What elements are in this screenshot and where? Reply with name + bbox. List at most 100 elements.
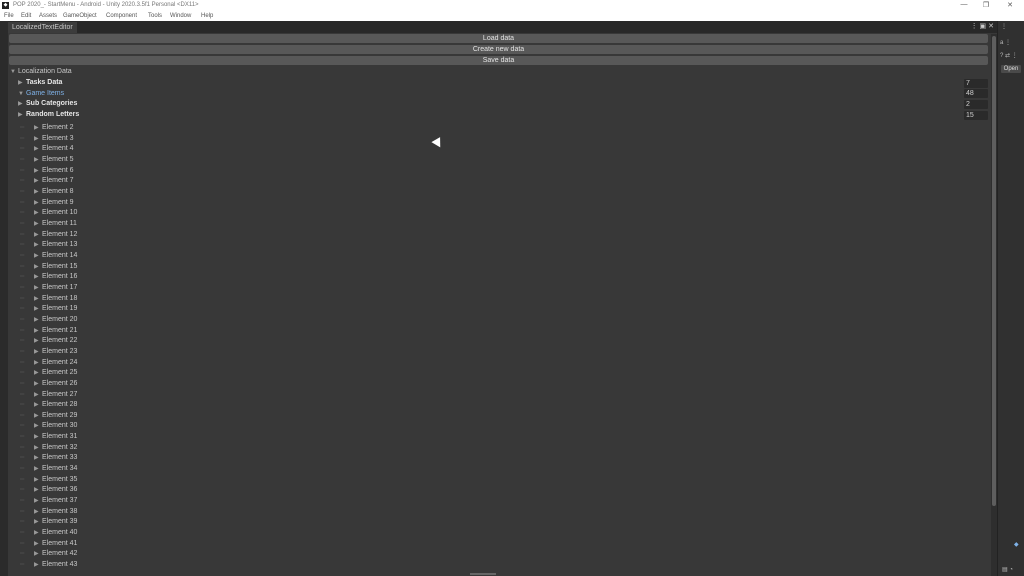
list-item[interactable]: ═ ▶ Element 16: [20, 272, 77, 282]
list-item[interactable]: ═ ▶ Element 29: [20, 411, 77, 421]
drag-handle-icon[interactable]: ═: [20, 240, 30, 250]
drag-handle-icon[interactable]: ═: [20, 123, 30, 133]
drag-handle-icon[interactable]: ═: [20, 304, 30, 314]
drag-handle-icon[interactable]: ═: [20, 230, 30, 240]
collapsed-arrow-icon[interactable]: ▶: [34, 379, 42, 389]
tree-group-count-field[interactable]: 48: [964, 89, 988, 99]
collapsed-arrow-icon[interactable]: ▶: [34, 198, 42, 208]
drag-handle-icon[interactable]: ═: [20, 539, 30, 549]
menu-tools[interactable]: Tools: [148, 13, 162, 19]
list-item[interactable]: ═ ▶ Element 4: [20, 144, 74, 154]
collapsed-arrow-icon[interactable]: ▶: [34, 421, 42, 431]
list-item[interactable]: ═ ▶ Element 43: [20, 560, 77, 570]
list-item[interactable]: ═ ▶ Element 11: [20, 219, 77, 229]
save-data-button[interactable]: Save data: [9, 56, 988, 65]
list-item[interactable]: ═ ▶ Element 39: [20, 517, 77, 527]
drag-handle-icon[interactable]: ═: [20, 166, 30, 176]
collapsed-arrow-icon[interactable]: ▶: [34, 358, 42, 368]
collapsed-arrow-icon[interactable]: ▶: [34, 134, 42, 144]
collapsed-arrow-icon[interactable]: ▶: [18, 110, 26, 120]
drag-handle-icon[interactable]: ═: [20, 198, 30, 208]
list-item[interactable]: ═ ▶ Element 23: [20, 347, 77, 357]
collapsed-arrow-icon[interactable]: ▶: [34, 549, 42, 559]
list-item[interactable]: ═ ▶ Element 9: [20, 198, 74, 208]
collapsed-arrow-icon[interactable]: ▶: [34, 368, 42, 378]
collapsed-arrow-icon[interactable]: ▶: [34, 230, 42, 240]
drag-handle-icon[interactable]: ═: [20, 219, 30, 229]
drag-handle-icon[interactable]: ═: [20, 464, 30, 474]
list-item[interactable]: ═ ▶ Element 34: [20, 464, 77, 474]
drag-handle-icon[interactable]: ═: [20, 176, 30, 186]
list-item[interactable]: ═ ▶ Element 7: [20, 176, 74, 186]
drag-handle-icon[interactable]: ═: [20, 379, 30, 389]
tree-group-count-field[interactable]: 2: [964, 99, 988, 109]
collapsed-arrow-icon[interactable]: ▶: [34, 475, 42, 485]
menu-component[interactable]: Component: [106, 13, 137, 19]
list-item[interactable]: ═ ▶ Element 33: [20, 453, 77, 463]
collapsed-arrow-icon[interactable]: ▶: [34, 400, 42, 410]
collapsed-arrow-icon[interactable]: ▶: [34, 240, 42, 250]
list-item[interactable]: ═ ▶ Element 5: [20, 155, 74, 165]
close-icon[interactable]: ✕: [988, 23, 994, 30]
drag-handle-icon[interactable]: ═: [20, 347, 30, 357]
tree-group-row[interactable]: ▶ Random Letters: [18, 110, 79, 120]
list-item[interactable]: ═ ▶ Element 25: [20, 368, 77, 378]
layers-icon[interactable]: ▤ ◔: [1002, 566, 1013, 573]
drag-handle-icon[interactable]: ═: [20, 155, 30, 165]
drag-handle-icon[interactable]: ═: [20, 262, 30, 272]
drag-handle-icon[interactable]: ═: [20, 560, 30, 570]
collapsed-arrow-icon[interactable]: ▶: [34, 219, 42, 229]
collapsed-arrow-icon[interactable]: ▶: [34, 176, 42, 186]
collapsed-arrow-icon[interactable]: ▶: [34, 443, 42, 453]
list-item[interactable]: ═ ▶ Element 37: [20, 496, 77, 506]
drag-handle-icon[interactable]: ═: [20, 326, 30, 336]
create-new-data-button[interactable]: Create new data: [9, 45, 988, 54]
menu-window[interactable]: Window: [170, 13, 191, 19]
collapsed-arrow-icon[interactable]: ▶: [34, 251, 42, 261]
list-item[interactable]: ═ ▶ Element 35: [20, 475, 77, 485]
drag-handle-icon[interactable]: ═: [20, 315, 30, 325]
collapsed-arrow-icon[interactable]: ▶: [34, 315, 42, 325]
restore-button[interactable]: ❐: [976, 1, 996, 9]
list-item[interactable]: ═ ▶ Element 38: [20, 507, 77, 517]
list-item[interactable]: ═ ▶ Element 24: [20, 358, 77, 368]
collapsed-arrow-icon[interactable]: ▶: [34, 283, 42, 293]
tree-group-row[interactable]: ▶ Tasks Data: [18, 78, 62, 88]
list-item[interactable]: ═ ▶ Element 31: [20, 432, 77, 442]
drag-handle-icon[interactable]: ═: [20, 496, 30, 506]
drag-handle-icon[interactable]: ═: [20, 208, 30, 218]
collapsed-arrow-icon[interactable]: ▶: [34, 432, 42, 442]
list-item[interactable]: ═ ▶ Element 40: [20, 528, 77, 538]
list-item[interactable]: ═ ▶ Element 13: [20, 240, 77, 250]
drag-handle-icon[interactable]: ═: [20, 421, 30, 431]
more-options-icon[interactable]: ⋮: [971, 23, 978, 30]
drag-handle-icon[interactable]: ═: [20, 134, 30, 144]
drag-handle-icon[interactable]: ═: [20, 411, 30, 421]
menu-assets[interactable]: Assets: [39, 13, 57, 19]
list-item[interactable]: ═ ▶ Element 32: [20, 443, 77, 453]
list-item[interactable]: ═ ▶ Element 26: [20, 379, 77, 389]
drag-handle-icon[interactable]: ═: [20, 443, 30, 453]
tab-localized-text-editor[interactable]: LocalizedTextEditor: [8, 22, 77, 33]
lock-icon[interactable]: a ⋮: [1000, 39, 1011, 46]
list-item[interactable]: ═ ▶ Element 18: [20, 294, 77, 304]
minimize-button[interactable]: —: [954, 1, 974, 8]
drag-handle-icon[interactable]: ═: [20, 294, 30, 304]
drag-handle-icon[interactable]: ═: [20, 368, 30, 378]
list-item[interactable]: ═ ▶ Element 27: [20, 390, 77, 400]
collapsed-arrow-icon[interactable]: ▶: [34, 123, 42, 133]
list-item[interactable]: ═ ▶ Element 3: [20, 134, 74, 144]
drag-handle-icon[interactable]: ═: [20, 475, 30, 485]
collapsed-arrow-icon[interactable]: ▶: [34, 390, 42, 400]
menu-edit[interactable]: Edit: [21, 13, 31, 19]
collapsed-arrow-icon[interactable]: ▶: [34, 304, 42, 314]
collapsed-arrow-icon[interactable]: ▶: [34, 208, 42, 218]
list-item[interactable]: ═ ▶ Element 22: [20, 336, 77, 346]
collapsed-arrow-icon[interactable]: ▶: [34, 453, 42, 463]
list-item[interactable]: ═ ▶ Element 42: [20, 549, 77, 559]
menu-icon[interactable]: ⋮: [1001, 23, 1007, 30]
collapsed-arrow-icon[interactable]: ▶: [34, 272, 42, 282]
collapsed-arrow-icon[interactable]: ▶: [34, 464, 42, 474]
tree-group-row[interactable]: ▼ Game Items: [18, 89, 64, 99]
collapsed-arrow-icon[interactable]: ▶: [34, 144, 42, 154]
